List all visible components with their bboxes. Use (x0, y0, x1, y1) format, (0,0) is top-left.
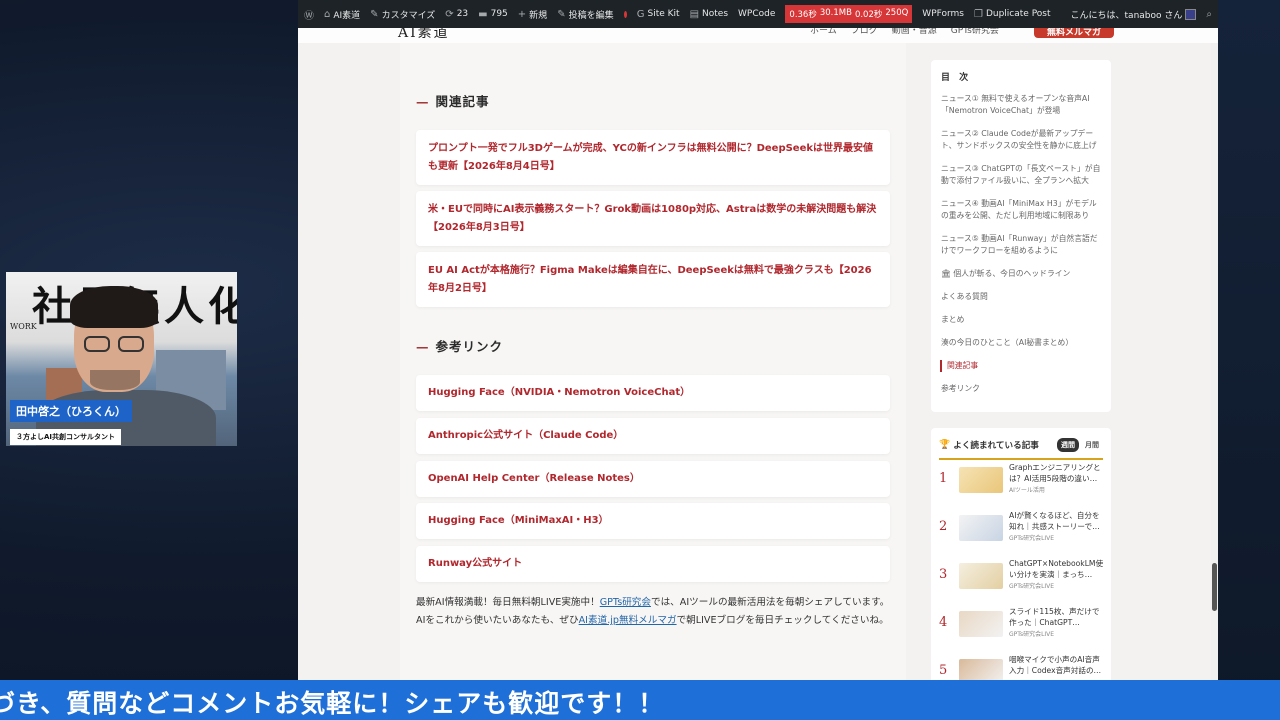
toc-item[interactable]: ニュース① 無料で使えるオープンな音声AI「Nemotron VoiceChat… (941, 93, 1101, 117)
nav-home[interactable]: ホーム (810, 28, 837, 36)
ref-link-5[interactable]: Runway公式サイト (416, 546, 890, 582)
ref-link-3[interactable]: OpenAI Help Center（Release Notes） (416, 461, 890, 497)
status-dot-icon (623, 10, 627, 18)
popular-item[interactable]: 3 ChatGPT×NotebookLM使い分けを実演｜まっち… GPTs研究会L… (939, 558, 1105, 602)
toc-item[interactable]: ニュース② Claude Codeが最新アップデート、サンドボックスの安全性を静… (941, 128, 1101, 152)
comment-icon: ▬ (478, 8, 488, 20)
newsletter-button[interactable]: 無料メルマガ (1034, 28, 1114, 38)
admin-comments[interactable]: ▬ 795 (478, 9, 508, 20)
glasses-icon (118, 336, 144, 352)
admin-search[interactable]: ⌕ (1206, 9, 1212, 20)
pencil-icon: ✎ (557, 8, 566, 20)
search-icon: ⌕ (1206, 8, 1212, 20)
nav-blog[interactable]: ブログ (851, 28, 878, 36)
site-header: AI素道 ホーム ブログ 動画・音源 GPTs研究会 無料メルマガ (298, 28, 1218, 43)
post-thumbnail (959, 515, 1003, 541)
tab-weekly[interactable]: 週間 (1057, 438, 1079, 452)
popular-item[interactable]: 5 咽喉マイクで小声のAI音声入力｜Codex音声対話の… (939, 654, 1105, 680)
toc-item[interactable]: まとめ (941, 314, 1101, 326)
notes-icon: ▤ (689, 8, 700, 20)
popular-divider (939, 458, 1103, 460)
toc-item[interactable]: ニュース③ ChatGPTの「長文ペースト」が自動で添付ファイル扱いに、全プラン… (941, 163, 1101, 187)
admin-customize[interactable]: ✎ カスタマイズ (370, 8, 435, 21)
toc-heading: 目 次 (941, 73, 972, 83)
site-nav: ホーム ブログ 動画・音源 GPTs研究会 (810, 28, 999, 36)
toc-item[interactable]: 🏛 個人が斬る、今日のヘッドライン (941, 268, 1101, 280)
google-g-icon: G (636, 8, 645, 20)
stream-background-right (1218, 0, 1280, 720)
home-icon: ⌂ (324, 8, 331, 20)
board-work-text: WORK (10, 322, 37, 331)
post-thumbnail (959, 659, 1003, 680)
admin-account[interactable]: こんにちは、tanaboo さん (1071, 8, 1197, 21)
admin-wpforms[interactable]: WPForms (922, 9, 964, 19)
post-thumbnail (959, 467, 1003, 493)
avatar (1185, 8, 1197, 20)
toc-item-active[interactable]: 関連記事 (940, 360, 1101, 372)
brush-icon: ✎ (370, 8, 379, 20)
toc-item[interactable]: ニュース④ 動画AI「MiniMax H3」がモデルの重みを公開、ただし利用地域… (941, 198, 1101, 222)
popular-item[interactable]: 4 スライド115枚、声だけで作った｜ChatGPT… GPTs研究会LIVE (939, 606, 1105, 650)
admin-wpcode[interactable]: WPCode (738, 9, 775, 19)
promo-paragraph: 最新AI情報満載！毎日無料朝LIVE実施中！GPTs研究会では、AIツールの最新… (416, 597, 890, 626)
glasses-icon (84, 336, 110, 352)
nav-video[interactable]: 動画・音源 (892, 28, 937, 36)
scrollbar-thumb[interactable] (1212, 563, 1217, 611)
plus-icon: + (517, 8, 527, 20)
comment-ticker: づき、質問などコメントお気軽に！シェアも歓迎です！！ (0, 680, 1280, 720)
admin-notes[interactable]: ▤ Notes (690, 9, 728, 20)
newsletter-link[interactable]: AI素道.jp無料メルマガ (579, 615, 677, 626)
nav-gpts[interactable]: GPTs研究会 (951, 28, 999, 36)
ref-link-1[interactable]: Hugging Face（NVIDIA・Nemotron VoiceChat） (416, 375, 890, 411)
admin-site-name[interactable]: ⌂ AI素道 (324, 8, 360, 21)
article-body: — 関連記事 プロンプト一発でフル3Dゲームが完成、YCの新インフラは無料公開に？… (400, 43, 906, 680)
webcam-overlay: 社員無人化 WORK 田中啓之（ひろくん） ３方よしAI共創コンサルタント (6, 272, 237, 446)
admin-updates[interactable]: ⟳ 23 (445, 9, 468, 20)
popular-item[interactable]: 1 Graphエンジニアリングとは？AI活用5段階の違い… AIツール活用 (939, 462, 1105, 506)
admin-sitekit[interactable]: G Site Kit (637, 9, 680, 20)
post-thumbnail (959, 563, 1003, 589)
admin-duplicate-post[interactable]: ❐ Duplicate Post (974, 9, 1051, 20)
toc-item[interactable]: 参考リンク (941, 383, 1101, 395)
trophy-icon: 🏆 (939, 440, 951, 450)
person-beard (90, 370, 140, 390)
page-content: — 関連記事 プロンプト一発でフル3Dゲームが完成、YCの新インフラは無料公開に？… (298, 43, 1218, 680)
popular-posts-widget: 🏆 よく読まれている記事 週間 月間 1 Graphエンジニアリングとは？AI活… (931, 428, 1111, 680)
query-monitor-stats[interactable]: 0.36秒 30.1MB 0.02秒 250Q (785, 5, 913, 23)
person-hair (70, 286, 158, 328)
refs-heading: — 参考リンク (416, 339, 504, 354)
popular-header: 🏆 よく読まれている記事 週間 月間 (939, 438, 1103, 452)
wp-admin-bar: Ⓦ ⌂ AI素道 ✎ カスタマイズ ⟳ 23 ▬ 795 + 新規 ✎ 投稿を編集 G Sit… (298, 0, 1218, 28)
ref-link-2[interactable]: Anthropic公式サイト（Claude Code） (416, 418, 890, 454)
toc-item[interactable]: よくある質問 (941, 291, 1101, 303)
admin-new[interactable]: + 新規 (518, 8, 547, 21)
presenter-name: 田中啓之（ひろくん） (10, 400, 132, 422)
gpts-link[interactable]: GPTs研究会 (600, 597, 651, 608)
toc-item[interactable]: ニュース⑤ 動画AI「Runway」が自然言語だけでワークフローを組めるように (941, 233, 1101, 257)
presenter-title: ３方よしAI共創コンサルタント (10, 429, 122, 445)
related-article-2[interactable]: 米・EUで同時にAI表示義務スタート？Grok動画は1080p対応、Astraは… (416, 191, 890, 246)
post-thumbnail (959, 611, 1003, 637)
popular-item[interactable]: 2 AIが賢くなるほど、自分を知れ｜共感ストーリーで… GPTs研究会LIVE (939, 510, 1105, 554)
ticker-text: づき、質問などコメントお気軽に！シェアも歓迎です！！ (0, 689, 665, 718)
related-heading: — 関連記事 (416, 94, 490, 109)
related-article-3[interactable]: EU AI Actが本格施行？Figma Makeは編集自在に、DeepSeek… (416, 252, 890, 307)
table-of-contents: 目 次 ニュース① 無料で使えるオープンな音声AI「Nemotron Voice… (931, 60, 1111, 412)
ref-link-4[interactable]: Hugging Face（MiniMaxAI・H3） (416, 503, 890, 539)
duplicate-icon: ❐ (973, 8, 983, 20)
site-logo[interactable]: AI素道 (398, 28, 450, 42)
wordpress-logo-icon[interactable]: Ⓦ (304, 7, 314, 22)
related-article-1[interactable]: プロンプト一発でフル3Dゲームが完成、YCの新インフラは無料公開に？DeepSe… (416, 130, 890, 185)
refresh-icon: ⟳ (445, 8, 454, 20)
admin-edit-post[interactable]: ✎ 投稿を編集 (557, 8, 613, 21)
toc-item[interactable]: 湊の今日のひとこと（AI秘書まとめ） (941, 337, 1101, 349)
tab-monthly[interactable]: 月間 (1081, 438, 1103, 452)
